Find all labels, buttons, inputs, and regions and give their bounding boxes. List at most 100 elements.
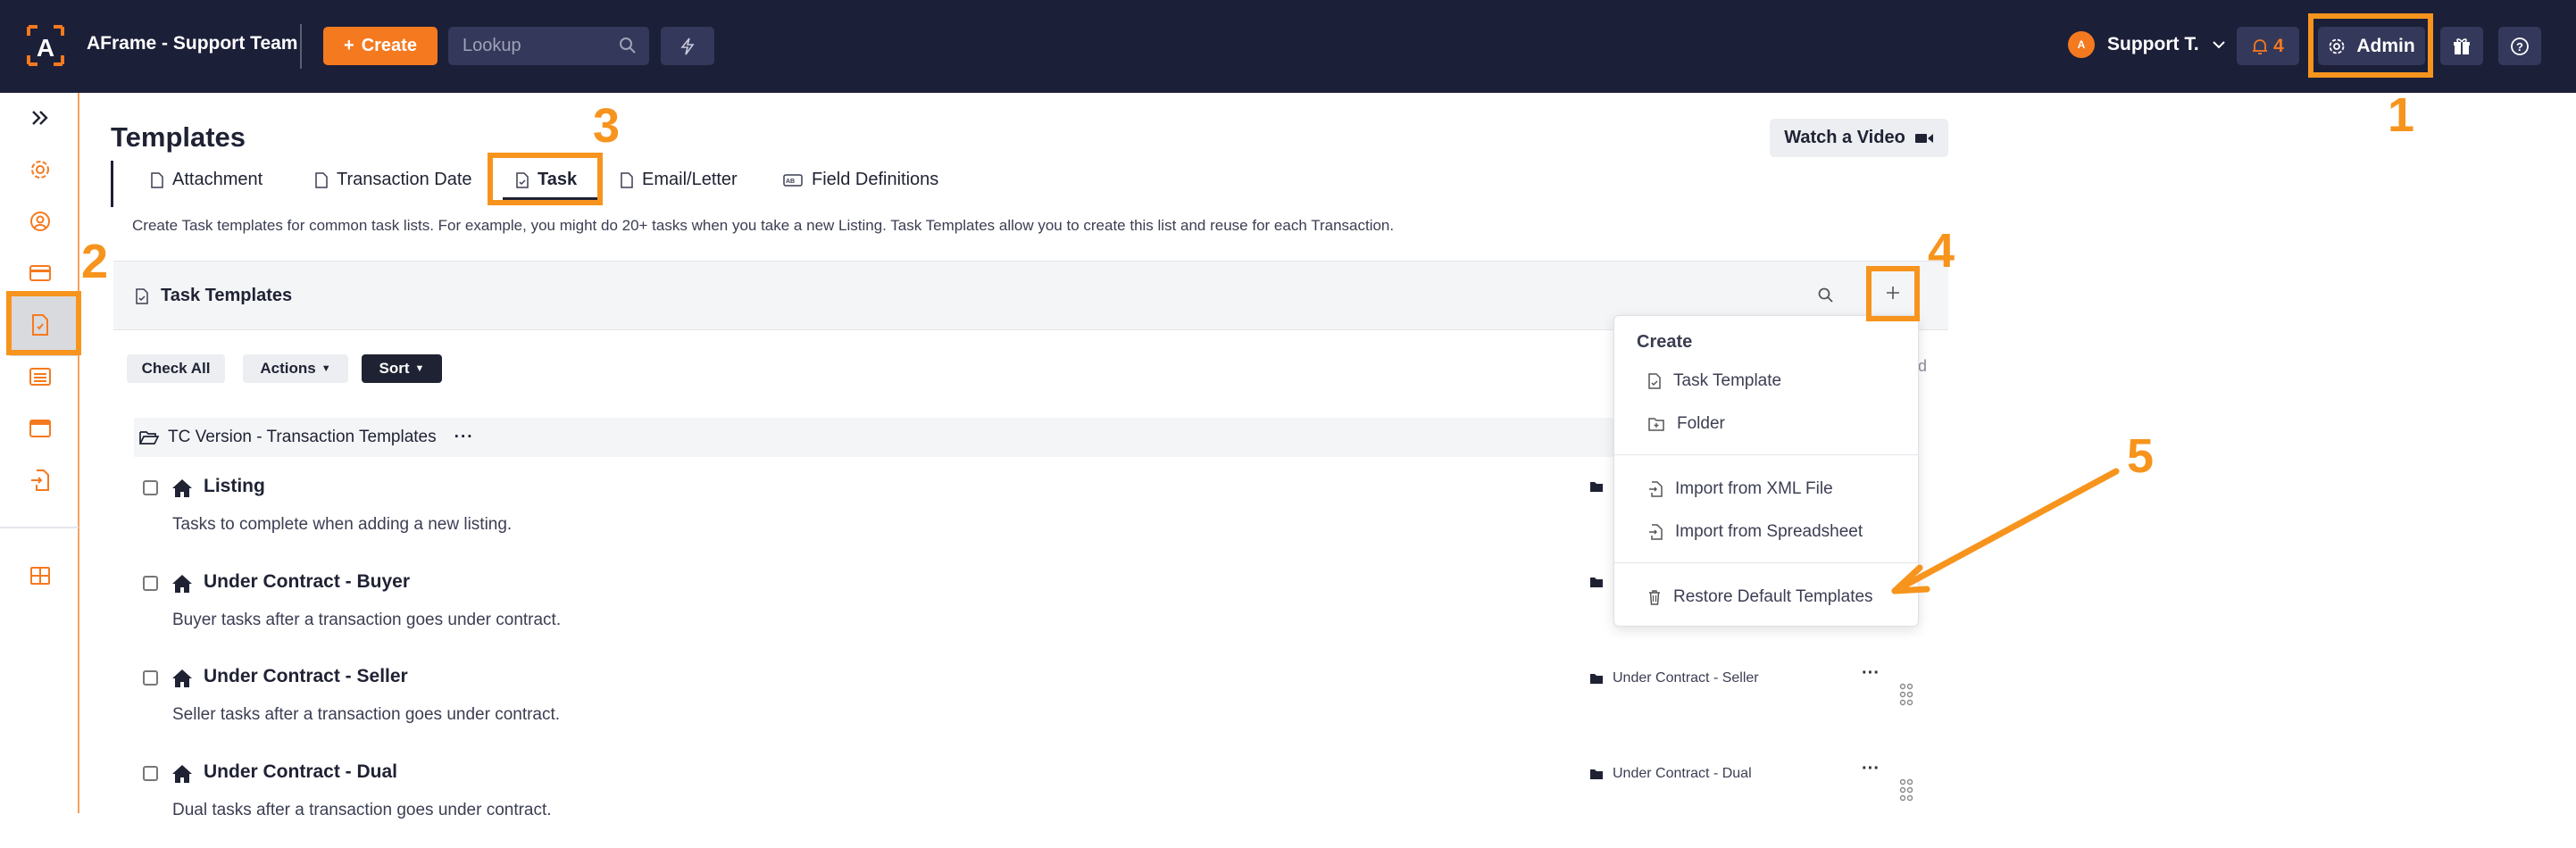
chevron-down-icon — [2212, 41, 2225, 49]
home-icon — [172, 479, 192, 497]
folder-open-icon — [139, 431, 159, 445]
folder-icon — [1590, 578, 1603, 587]
file-icon — [315, 171, 328, 188]
credit-card-icon[interactable] — [28, 261, 53, 286]
trash-icon — [1649, 590, 1660, 605]
check-all-label: Check All — [141, 360, 211, 377]
drag-handle-icon[interactable] — [1898, 778, 1914, 802]
home-icon — [172, 669, 192, 687]
menu-item-label: Import from Spreadsheet — [1675, 522, 1863, 541]
row-checkbox[interactable] — [143, 480, 158, 495]
search-icon[interactable] — [1817, 287, 1835, 304]
gift-icon — [2454, 37, 2470, 54]
dropdown-header: Create — [1637, 332, 1693, 352]
tab-attachment[interactable]: Attachment — [151, 170, 263, 190]
aframe-logo[interactable]: A — [25, 23, 66, 68]
template-folder: Under Contract - Dual — [1589, 766, 1752, 782]
notification-count: 4 — [2273, 35, 2284, 56]
tab-field-definitions[interactable]: AB Field Definitions — [783, 170, 938, 190]
template-name[interactable]: Under Contract - Buyer — [204, 571, 410, 593]
template-description: Tasks to complete when adding a new list… — [172, 515, 513, 534]
expand-sidebar-icon[interactable] — [28, 105, 53, 130]
watch-video-button[interactable]: Watch a Video — [1770, 119, 1948, 157]
row-checkbox[interactable] — [143, 766, 158, 781]
top-navigation-bar: A AFrame - Support Team + Create A Suppo… — [0, 0, 2576, 93]
menu-item-import-xml[interactable]: Import from XML File — [1648, 479, 1833, 499]
menu-item-label: Import from XML File — [1675, 479, 1833, 498]
user-menu[interactable]: A Support T. — [2068, 31, 2226, 58]
template-description: Dual tasks after a transaction goes unde… — [172, 801, 552, 819]
divider — [300, 24, 302, 69]
page-title: Templates — [111, 121, 246, 153]
template-folder — [1589, 576, 1613, 588]
folder-icon — [1590, 482, 1603, 492]
annotation-highlight-admin — [2308, 13, 2433, 78]
video-camera-icon — [1914, 133, 1933, 143]
more-options-icon[interactable]: ··· — [454, 428, 474, 447]
browser-window-icon[interactable] — [28, 416, 53, 441]
svg-text:AB: AB — [786, 179, 795, 185]
row-checkbox[interactable] — [143, 670, 158, 686]
watch-video-label: Watch a Video — [1784, 128, 1905, 147]
more-options-icon[interactable]: ··· — [1862, 759, 1880, 779]
import-icon — [1649, 524, 1663, 540]
whats-new-button[interactable] — [2440, 27, 2483, 65]
import-icon — [1649, 481, 1663, 497]
check-all-button[interactable]: Check All — [127, 354, 225, 383]
more-options-icon[interactable]: ··· — [1862, 663, 1880, 684]
tab-label: Field Definitions — [812, 170, 939, 189]
home-icon — [172, 575, 192, 593]
row-checkbox[interactable] — [143, 576, 158, 591]
menu-item-label: Restore Default Templates — [1673, 587, 1873, 606]
tab-transaction-date[interactable]: Transaction Date — [315, 170, 472, 190]
menu-item-folder[interactable]: Folder — [1648, 414, 1725, 434]
template-description: Seller tasks after a transaction goes un… — [172, 705, 561, 724]
folder-plus-icon — [1648, 418, 1664, 431]
annotation-highlight-templates — [6, 291, 81, 355]
menu-divider — [1614, 562, 1918, 563]
drag-handle-icon[interactable] — [1898, 683, 1914, 706]
caret-down-icon: ▼ — [414, 363, 425, 374]
user-name: Support T. — [2107, 34, 2199, 54]
menu-item-task-template[interactable]: Task Template — [1648, 371, 1781, 391]
template-name[interactable]: Under Contract - Dual — [204, 761, 397, 783]
list-icon[interactable] — [28, 364, 53, 389]
create-button[interactable]: + Create — [323, 27, 438, 65]
field-icon: AB — [783, 173, 803, 187]
grid-icon[interactable] — [28, 563, 53, 588]
sort-button[interactable]: Sort ▼ — [362, 354, 442, 383]
menu-item-label: Folder — [1677, 414, 1725, 433]
panel-title: Task Templates — [136, 286, 292, 306]
lookup-search[interactable] — [448, 27, 649, 65]
app-name: AFrame - Support Team — [87, 33, 298, 54]
notifications-button[interactable]: 4 — [2237, 27, 2299, 65]
svg-text:A: A — [37, 34, 54, 62]
settings-icon[interactable] — [28, 157, 53, 182]
lightning-icon — [680, 37, 695, 54]
annotation-number-4: 4 — [1928, 224, 1955, 278]
page-description: Create Task templates for common task li… — [132, 217, 1395, 234]
quick-actions-button[interactable] — [661, 27, 714, 65]
user-circle-icon[interactable] — [28, 209, 53, 234]
file-import-icon[interactable] — [28, 468, 53, 493]
tab-email-letter[interactable]: Email/Letter — [621, 170, 738, 190]
menu-item-import-spreadsheet[interactable]: Import from Spreadsheet — [1648, 522, 1863, 542]
annotation-number-3: 3 — [593, 99, 621, 153]
template-name[interactable]: Under Contract - Seller — [204, 666, 408, 687]
svg-text:?: ? — [2516, 40, 2523, 54]
template-name[interactable]: Listing — [204, 476, 265, 497]
menu-item-restore-defaults[interactable]: Restore Default Templates — [1648, 587, 1873, 607]
annotation-arrow — [1891, 468, 2120, 594]
folder-icon — [1590, 769, 1603, 779]
file-icon — [151, 171, 163, 188]
template-folder-name: Under Contract - Dual — [1613, 766, 1752, 781]
create-button-label: Create — [361, 36, 417, 55]
template-row[interactable]: Under Contract - Dual Dual tasks after a… — [143, 759, 1947, 848]
annotation-number-1: 1 — [2388, 88, 2415, 142]
actions-button[interactable]: Actions ▼ — [243, 354, 348, 383]
template-row[interactable]: Under Contract - Seller Seller tasks aft… — [143, 663, 1947, 752]
search-icon[interactable] — [619, 37, 637, 54]
help-button[interactable]: ? — [2498, 27, 2541, 65]
actions-label: Actions — [260, 360, 316, 377]
lookup-input[interactable] — [448, 27, 609, 65]
